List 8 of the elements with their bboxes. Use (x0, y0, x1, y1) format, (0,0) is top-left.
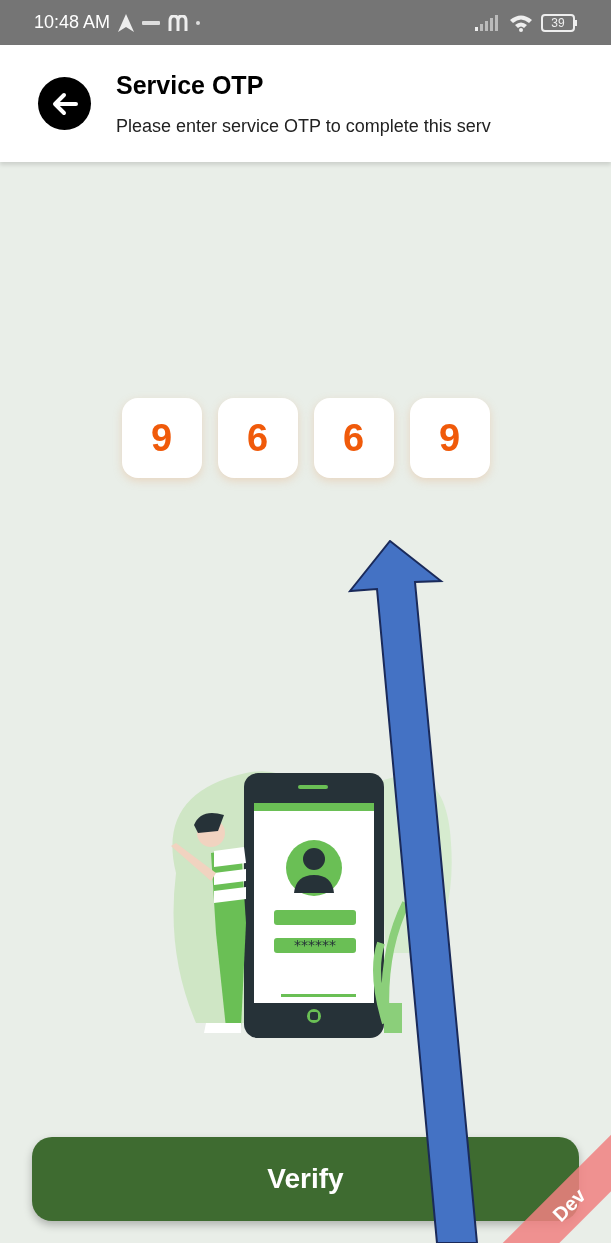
status-time: 10:48 AM (34, 11, 111, 34)
otp-digit-field[interactable]: 6 (313, 398, 394, 478)
otp-digit-field[interactable]: 9 (121, 398, 202, 478)
otp-digit-field[interactable]: 6 (217, 398, 298, 478)
otp-digit-field[interactable]: 9 (409, 398, 490, 478)
page-subtitle: Please enter service OTP to complete this serv (116, 114, 491, 138)
battery-icon: 39 (541, 13, 577, 32)
page-title: Service OTP (116, 70, 265, 102)
